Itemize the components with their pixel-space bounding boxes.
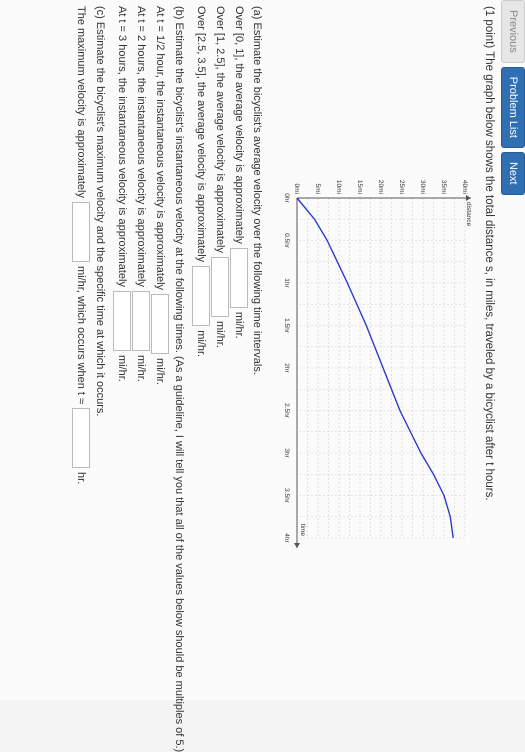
y-tick-label: 20mi (377, 180, 384, 194)
a2-unit: mi/hr. (214, 321, 227, 348)
x-tick-label: 3hr (283, 448, 290, 458)
b3-input[interactable] (113, 290, 131, 351)
x-axis-label: time (299, 524, 306, 537)
previous-button[interactable]: Previous (501, 0, 525, 63)
y-tick-label: 40mi (461, 180, 468, 194)
x-tick-label: 4hr (283, 533, 290, 543)
y-axis-arrow (466, 195, 471, 201)
x-tick-label: 0hr (283, 193, 290, 203)
part-b-heading: (b) Estimate the bicyclist's instantaneo… (173, 6, 185, 752)
x-tick-label: 2.5hr (283, 403, 290, 419)
x-tick-label: 1hr (283, 278, 290, 288)
part-b1: At t = 1/2 hour, the instantaneous veloc… (151, 6, 169, 385)
distance-chart: 0hr 0.5hr 1hr 1.5hr 2hr 2.5hr 3hr 3.5hr 4hr 0mi 5m… (283, 180, 472, 548)
a2-input[interactable] (211, 257, 229, 318)
part-c-heading: (c) Estimate the bicyclist's maximum vel… (94, 6, 106, 417)
nav-bar: Previous Problem List Next (499, 0, 525, 195)
a1-label: Over [0, 1], the average velocity is app… (233, 6, 246, 244)
b2-input[interactable] (132, 290, 150, 351)
c2-unit: hr. (75, 472, 88, 485)
points-label: (1 point) (483, 6, 495, 49)
a3-unit: mi/hr. (195, 330, 208, 358)
b1-label: At t = 1/2 hour, the instantaneous veloc… (154, 6, 167, 291)
a2-label: Over [1, 2.5], the average velocity is a… (214, 6, 227, 254)
c2-label: mi/hr, which occurs when t ≈ (75, 265, 88, 405)
a1-unit: mi/hr. (233, 311, 246, 339)
x-tick-label: 1.5hr (283, 318, 290, 334)
x-tick-label: 3.5hr (283, 488, 290, 504)
b2-unit: mi/hr. (135, 354, 148, 382)
c2-input[interactable] (72, 408, 90, 469)
intro-text: The graph below shows the total distance… (483, 51, 495, 501)
a1-input[interactable] (230, 247, 248, 308)
y-axis-label: distance (465, 202, 472, 227)
next-button[interactable]: Next (501, 151, 525, 195)
c1-label: The maximum velocity is approximately (75, 6, 88, 198)
b1-unit: mi/hr. (154, 358, 167, 385)
y-tick-label: 35mi (440, 180, 447, 194)
y-tick-label: 0mi (293, 184, 300, 194)
problem-page: Previous Problem List Next (1 point) The… (0, 0, 525, 752)
part-a3: Over [2.5, 3.5], the average velocity is… (192, 6, 210, 357)
y-tick-label: 30mi (419, 180, 426, 194)
b3-label: At t = 3 hours, the instantaneous veloci… (116, 6, 129, 287)
x-tick-label: 0.5hr (283, 233, 290, 249)
part-c1: The maximum velocity is approximately mi/… (72, 6, 90, 484)
part-b2: At t = 2 hours, the instantaneous veloci… (132, 6, 150, 382)
y-tick-label: 5mi (314, 184, 321, 194)
part-b3: At t = 3 hours, the instantaneous veloci… (113, 6, 131, 382)
part-a1: Over [0, 1], the average velocity is app… (230, 6, 248, 339)
problem-list-button[interactable]: Problem List (501, 66, 525, 148)
problem-intro: (1 point) The graph below shows the tota… (483, 6, 495, 501)
c1-input[interactable] (72, 201, 90, 262)
b1-input[interactable] (151, 294, 169, 355)
y-tick-label: 25mi (398, 180, 405, 194)
part-a-heading: (a) Estimate the bicyclist's average vel… (251, 6, 263, 375)
a3-input[interactable] (192, 266, 210, 327)
part-a2: Over [1, 2.5], the average velocity is a… (211, 6, 229, 348)
b3-unit: mi/hr. (116, 354, 129, 382)
x-tick-label: 2hr (283, 363, 290, 373)
y-tick-label: 15mi (356, 180, 363, 194)
b2-label: At t = 2 hours, the instantaneous veloci… (135, 6, 148, 287)
y-tick-label: 10mi (335, 180, 342, 194)
a3-label: Over [2.5, 3.5], the average velocity is… (195, 6, 208, 263)
x-axis-arrow (294, 543, 300, 548)
